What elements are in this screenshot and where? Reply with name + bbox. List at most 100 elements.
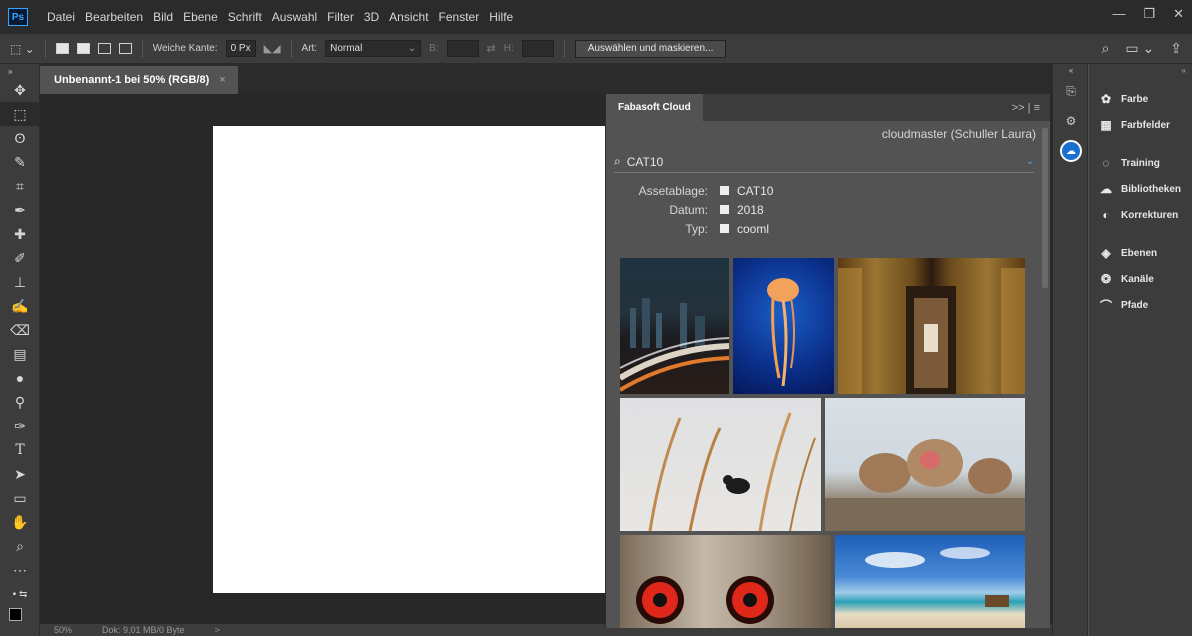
filter-checkbox[interactable] <box>720 186 729 195</box>
document-tab[interactable]: Unbenannt-1 bei 50% (RGB/8) × <box>40 66 238 94</box>
panel-pfade[interactable]: ⌒ Pfade <box>1089 292 1192 318</box>
properties-icon[interactable]: ⚙ <box>1053 106 1089 136</box>
search-icon[interactable]: ⌕ <box>1102 40 1110 57</box>
fabasoft-tab[interactable]: Fabasoft Cloud <box>606 94 703 121</box>
share-icon[interactable]: ⇪ <box>1170 40 1182 57</box>
filter-value: CAT10 <box>737 183 774 198</box>
toolbar-collapse-icon[interactable]: » <box>0 64 40 78</box>
menu-ebene[interactable]: Ebene <box>178 10 223 24</box>
lasso-tool-icon[interactable]: ʘ <box>0 126 40 150</box>
zoom-level[interactable]: 50% <box>54 625 72 635</box>
chevron-down-icon[interactable]: ⌄ <box>1026 156 1034 167</box>
crop-tool-icon[interactable]: ⌗ <box>0 174 40 198</box>
menu-bild[interactable]: Bild <box>148 10 178 24</box>
panel-kanaele[interactable]: ❂ Kanäle <box>1089 266 1192 292</box>
panel-farbfelder[interactable]: ▦ Farbfelder <box>1089 112 1192 138</box>
fabasoft-cloud-icon[interactable]: ☁ <box>1053 136 1089 166</box>
path-selection-tool-icon[interactable]: ➤ <box>0 462 40 486</box>
type-tool-icon[interactable]: T <box>0 438 40 462</box>
restore-icon[interactable]: ❐ <box>1143 6 1155 22</box>
asset-thumbnail-monkeys[interactable] <box>825 398 1025 531</box>
panel-bibliotheken[interactable]: ☁ Bibliotheken <box>1089 176 1192 202</box>
rectangle-tool-icon[interactable]: ▭ <box>0 486 40 510</box>
panel-menu-icon[interactable]: >> | ≡ <box>1012 102 1040 114</box>
menu-schrift[interactable]: Schrift <box>223 10 267 24</box>
bird-reeds-image <box>648 412 816 531</box>
gradient-tool-icon[interactable]: ▤ <box>0 342 40 366</box>
strip-collapse-icon[interactable]: « <box>1053 64 1089 76</box>
minimize-icon[interactable]: — <box>1112 6 1125 22</box>
menu-datei[interactable]: Datei <box>42 10 80 24</box>
menu-auswahl[interactable]: Auswahl <box>267 10 322 24</box>
panel-farbe[interactable]: ✿ Farbe <box>1089 86 1192 112</box>
document-tabs: Unbenannt-1 bei 50% (RGB/8) × <box>40 64 1052 94</box>
asset-thumbnail-jellyfish[interactable] <box>733 258 834 394</box>
asset-thumbnail-temple[interactable] <box>838 258 1025 394</box>
hand-tool-icon[interactable]: ✋ <box>0 510 40 534</box>
asset-thumbnail-beach[interactable] <box>835 535 1025 628</box>
feather-label: Weiche Kante: <box>152 43 218 54</box>
zoom-tool-icon[interactable]: ⌕ <box>0 534 40 558</box>
options-bar: ⬚ ⌄ Weiche Kante: 0 Px ◣◢ Art: Normal ⌄ … <box>0 34 1192 64</box>
history-brush-tool-icon[interactable]: ✍ <box>0 294 40 318</box>
filter-checkbox[interactable] <box>720 224 729 233</box>
new-selection-icon[interactable] <box>55 43 69 54</box>
color-swatches-icon[interactable] <box>0 606 40 630</box>
marquee-tool-icon[interactable]: ⬚ <box>0 102 40 126</box>
width-input[interactable] <box>446 40 479 57</box>
panel-icon-strip: « ⎘ ⚙ ☁ <box>1052 64 1088 636</box>
move-tool-icon[interactable]: ✥ <box>0 78 40 102</box>
menu-filter[interactable]: Filter <box>322 10 359 24</box>
healing-brush-tool-icon[interactable]: ✚ <box>0 222 40 246</box>
lightbulb-icon: ◌ <box>1102 156 1110 170</box>
intersect-selection-icon[interactable] <box>118 43 132 54</box>
style-select[interactable]: Normal ⌄ <box>325 40 422 57</box>
menu-bar: Ps Datei Bearbeiten Bild Ebene Schrift A… <box>0 0 1192 34</box>
eraser-tool-icon[interactable]: ⌫ <box>0 318 40 342</box>
close-icon[interactable]: ✕ <box>1173 6 1184 22</box>
asset-gallery <box>620 258 1025 628</box>
panel-label: Bibliotheken <box>1121 183 1182 195</box>
asset-thumbnail-city[interactable] <box>620 258 729 394</box>
menu-ansicht[interactable]: Ansicht <box>384 10 433 24</box>
status-menu-arrow[interactable]: > <box>215 625 220 635</box>
height-input[interactable] <box>521 40 554 57</box>
feather-input[interactable]: 0 Px <box>225 40 256 57</box>
marquee-preset-icon[interactable]: ⬚ ⌄ <box>10 42 35 56</box>
panel-scrollbar[interactable] <box>1042 128 1048 288</box>
swap-icon[interactable]: ⇄ <box>487 42 496 55</box>
pen-tool-icon[interactable]: ✑ <box>0 414 40 438</box>
brush-tool-icon[interactable]: ✐ <box>0 246 40 270</box>
menu-bearbeiten[interactable]: Bearbeiten <box>80 10 148 24</box>
filter-value: cooml <box>737 221 770 236</box>
menu-hilfe[interactable]: Hilfe <box>484 10 518 24</box>
blur-tool-icon[interactable]: ● <box>0 366 40 390</box>
clone-stamp-tool-icon[interactable]: ⊥ <box>0 270 40 294</box>
quick-selection-tool-icon[interactable]: ✎ <box>0 150 40 174</box>
panel-ebenen[interactable]: ◈ Ebenen <box>1089 240 1192 266</box>
dodge-tool-icon[interactable]: ⚲ <box>0 390 40 414</box>
width-label: B: <box>429 43 439 54</box>
default-colors-icon[interactable]: ▪ ⇆ <box>0 582 40 606</box>
edit-toolbar-icon[interactable]: ⋯ <box>0 558 40 582</box>
eyedropper-tool-icon[interactable]: ✒ <box>0 198 40 222</box>
menu-fenster[interactable]: Fenster <box>434 10 485 24</box>
history-icon[interactable]: ⎘ <box>1053 76 1089 106</box>
filter-checkbox[interactable] <box>720 205 729 214</box>
panel-korrekturen[interactable]: ◐ Korrekturen <box>1089 202 1192 228</box>
asset-thumbnail-bird[interactable] <box>620 398 821 531</box>
close-tab-icon[interactable]: × <box>219 74 225 86</box>
rpanel-collapse-icon[interactable]: « <box>1182 66 1186 75</box>
antialias-icon[interactable]: ◣◢ <box>264 42 281 55</box>
document-canvas[interactable] <box>213 126 608 593</box>
search-field[interactable]: ⌕ CAT10 ⌄ <box>614 151 1034 173</box>
beach-image <box>865 547 1009 607</box>
select-and-mask-button[interactable]: Auswählen und maskieren... <box>574 39 727 58</box>
add-selection-icon[interactable] <box>76 43 90 54</box>
asset-thumbnail-owl[interactable] <box>620 535 831 628</box>
workspace-icon[interactable]: ▭ ⌄ <box>1125 40 1154 57</box>
subtract-selection-icon[interactable] <box>97 43 111 54</box>
menu-3d[interactable]: 3D <box>359 10 384 24</box>
panel-training[interactable]: ◌ Training <box>1089 150 1192 176</box>
filter-key: Datum: <box>669 202 708 217</box>
